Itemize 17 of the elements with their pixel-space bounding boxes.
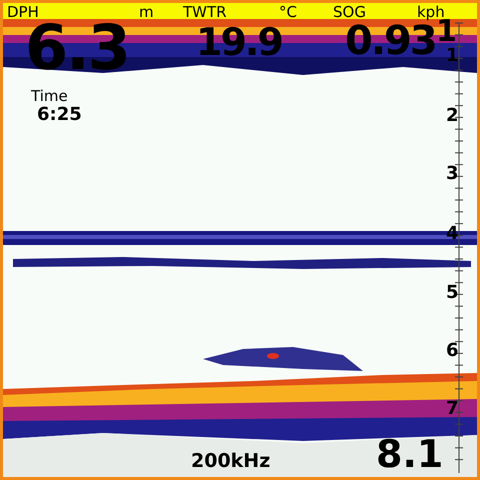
depth-scale-label: 6 [446,342,459,360]
depth-scale-label: 5 [446,284,459,302]
bottom-depth-value: 8.1 [376,435,444,473]
readout-label: TWTR [183,5,227,20]
readout-value: 0.93 [345,21,436,61]
readout-unit: m [139,5,154,20]
depth-scale-label: 3 [446,165,459,183]
time-label: Time [31,89,68,104]
depth-scale-label: 1 [446,47,459,65]
readout-label: DPH [7,5,39,20]
frequency-label: 200kHz [191,452,270,471]
depth-scale-label: 7 [446,400,459,418]
readout-label: SOG [333,5,366,20]
readout-unit: °C [279,5,297,20]
readout-unit: kph [417,5,445,20]
time-value: 6:25 [37,106,82,124]
depth-scale-label: 2 [446,107,459,125]
